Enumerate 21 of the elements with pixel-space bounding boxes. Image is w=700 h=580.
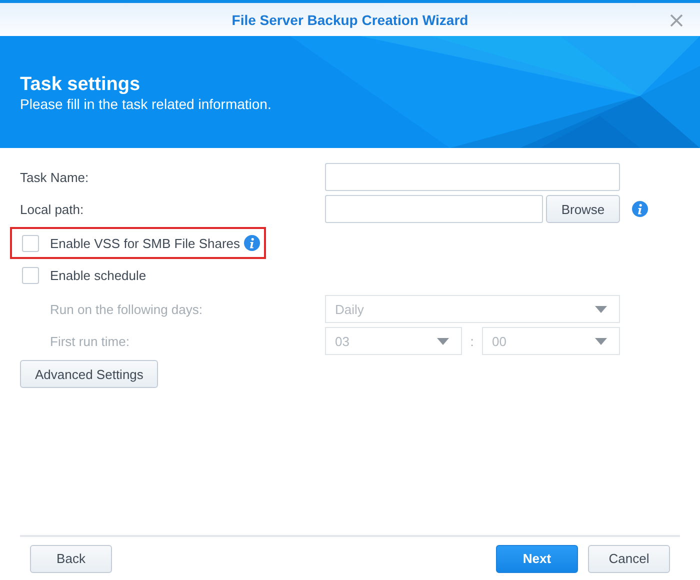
page-subtitle: Please fill in the task related information.: [20, 96, 272, 113]
field-label: Task Name:: [20, 170, 90, 184]
checkbox[interactable]: [22, 266, 39, 284]
browse-button[interactable]: Browse: [546, 195, 620, 223]
field-label: Run on the following days:: [49, 302, 204, 316]
advanced-settings-button[interactable]: Advanced Settings: [20, 360, 158, 388]
close-icon[interactable]: [670, 14, 683, 27]
checkbox-label[interactable]: Enable VSS for SMB File Shares: [50, 236, 240, 250]
checkbox[interactable]: [22, 234, 39, 252]
info-icon[interactable]: [632, 201, 648, 217]
info-icon[interactable]: [244, 235, 260, 251]
cancel-button[interactable]: Cancel: [588, 544, 670, 572]
checkbox-label[interactable]: Enable schedule: [50, 268, 146, 282]
back-button[interactable]: Back: [30, 544, 112, 572]
time-separator: :: [469, 334, 475, 348]
path-field[interactable]: [325, 195, 543, 223]
field-label: Local path:: [20, 202, 85, 216]
window-title: File Server Backup Creation Wizard: [232, 12, 468, 28]
field-label: First run time:: [49, 334, 130, 348]
text-field[interactable]: [325, 163, 620, 191]
page-heading: Task settings: [20, 74, 140, 96]
